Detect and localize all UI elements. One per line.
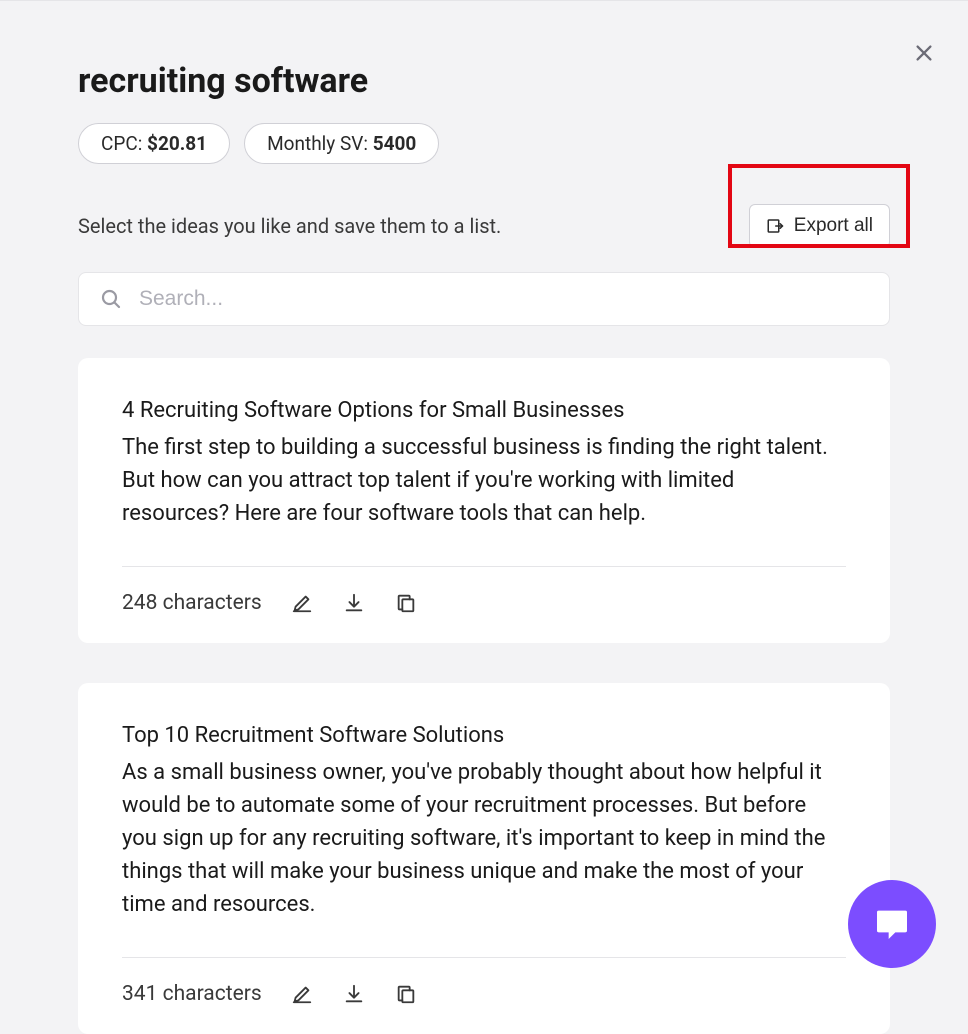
card-divider [122, 566, 846, 567]
sv-pill: Monthly SV: 5400 [244, 123, 439, 164]
download-icon [343, 983, 365, 1005]
search-container[interactable] [78, 272, 890, 326]
download-button[interactable] [342, 591, 366, 615]
search-icon [99, 287, 123, 311]
idea-card: 4 Recruiting Software Options for Small … [78, 358, 890, 643]
edit-button[interactable] [290, 591, 314, 615]
edit-icon [291, 592, 313, 614]
card-footer: 341 characters [122, 982, 846, 1006]
copy-button[interactable] [394, 982, 418, 1006]
cpc-pill: CPC: $20.81 [78, 123, 230, 164]
chat-icon [872, 904, 912, 944]
copy-icon [395, 592, 417, 614]
instruction-text: Select the ideas you like and save them … [78, 214, 501, 238]
idea-title: Top 10 Recruitment Software Solutions [122, 719, 846, 752]
sv-label: Monthly SV: [267, 132, 373, 155]
copy-button[interactable] [394, 591, 418, 615]
export-all-button[interactable]: Export all [749, 204, 890, 248]
idea-body: The first step to building a successful … [122, 431, 846, 530]
toolbar-row: Select the ideas you like and save them … [78, 204, 890, 248]
metrics-row: CPC: $20.81 Monthly SV: 5400 [78, 123, 890, 164]
page-title: recruiting software [78, 61, 890, 101]
edit-button[interactable] [290, 982, 314, 1006]
edit-icon [291, 983, 313, 1005]
char-count: 341 characters [122, 982, 262, 1006]
download-icon [343, 592, 365, 614]
char-count: 248 characters [122, 591, 262, 615]
search-input[interactable] [139, 287, 869, 311]
card-footer: 248 characters [122, 591, 846, 615]
download-button[interactable] [342, 982, 366, 1006]
copy-icon [395, 983, 417, 1005]
main-container: recruiting software CPC: $20.81 Monthly … [0, 1, 968, 1034]
cpc-label: CPC: [101, 132, 147, 155]
card-divider [122, 957, 846, 958]
export-icon [766, 217, 784, 235]
chat-fab[interactable] [848, 880, 936, 968]
sv-value: 5400 [373, 132, 417, 155]
idea-title: 4 Recruiting Software Options for Small … [122, 394, 846, 427]
idea-card: Top 10 Recruitment Software Solutions As… [78, 683, 890, 1034]
cpc-value: $20.81 [147, 132, 207, 155]
idea-body: As a small business owner, you've probab… [122, 756, 846, 921]
export-label: Export all [794, 215, 873, 237]
